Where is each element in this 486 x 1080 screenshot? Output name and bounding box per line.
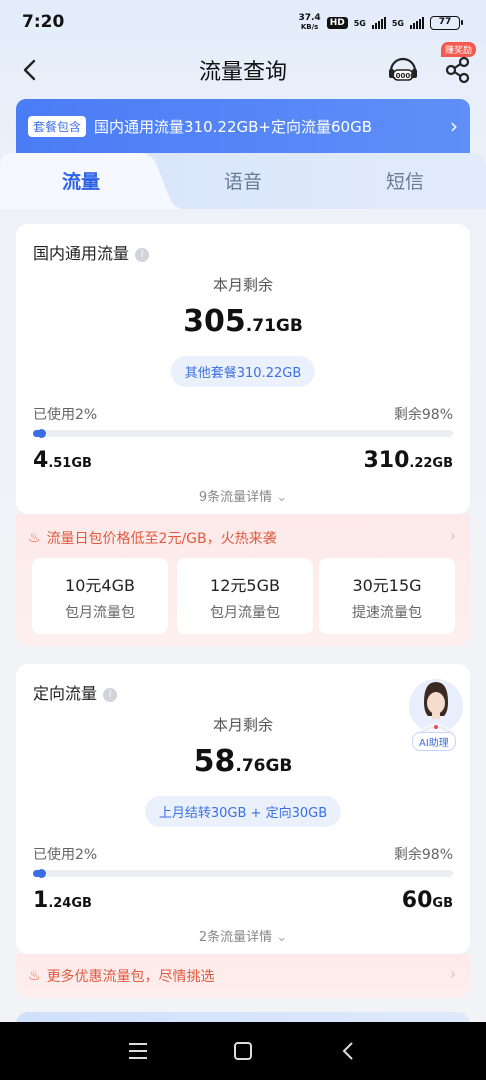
used-amount-dec: .51GB: [48, 456, 92, 471]
card-title: 国内通用流量 i: [33, 240, 150, 264]
used-amount: 4.51GB: [33, 448, 92, 473]
promo-section: ♨ 流量日包价格低至2元/GB，火热来袭 › 10元4GB 包月流量包 12元5…: [16, 514, 470, 646]
plan-tag: 套餐包含: [28, 115, 87, 137]
usage-bar: [33, 869, 453, 878]
pack-name: 30元15G: [352, 576, 422, 595]
used-amount: 1.24GB: [33, 888, 92, 913]
hd-icon: HD: [326, 17, 348, 29]
info-icon[interactable]: i: [103, 687, 118, 702]
network-speed-value: 37.4: [298, 13, 321, 23]
data-pack-card[interactable]: 30元15G 提速流量包: [319, 558, 455, 634]
battery-icon: 77: [430, 16, 463, 30]
card-title: 定向流量 i: [33, 680, 118, 704]
promo2-text: 更多优惠流量包，尽情挑选: [46, 969, 215, 985]
total-amount: 310.22GB: [363, 448, 453, 473]
customer-service-button[interactable]: 10000: [386, 52, 420, 86]
pack-name: 10元4GB: [65, 576, 135, 595]
system-nav-bar: [0, 1022, 486, 1080]
pack-name: 12元5GB: [210, 576, 280, 595]
signal-icon: [371, 17, 386, 29]
home-icon[interactable]: [231, 1040, 255, 1062]
plan-banner[interactable]: 套餐包含 国内通用流量310.22GB+定向流量60GB ›: [16, 99, 470, 153]
package-chip[interactable]: 上月结转30GB + 定向30GB: [144, 796, 342, 827]
directed-card-title: 定向流量: [33, 684, 98, 703]
usage-bar: [33, 429, 453, 438]
tab-data[interactable]: 流量: [62, 167, 100, 194]
usage-bar-dot: [37, 869, 47, 878]
pack-desc: 提速流量包: [352, 605, 422, 621]
tab-sms[interactable]: 短信: [386, 167, 424, 194]
share-button[interactable]: [444, 54, 472, 86]
total-amount: 60GB: [402, 888, 453, 913]
details-link[interactable]: 2条流量详情 ⌄: [16, 926, 470, 945]
promo-text: 流量日包价格低至2元/GB，火热来袭: [46, 531, 277, 547]
promo-section-2[interactable]: ♨ 更多优惠流量包，尽情挑选 ›: [16, 954, 470, 998]
data-pack-card[interactable]: 10元4GB 包月流量包: [32, 558, 168, 634]
details-text: 2条流量详情: [198, 930, 273, 945]
signal-label-2: 5G: [391, 18, 404, 28]
details-text: 9条流量详情: [198, 490, 273, 505]
usage-bar-dot: [37, 429, 47, 438]
chevron-right-icon: ›: [450, 114, 458, 138]
left-label: 剩余98%: [393, 847, 453, 863]
network-speed: 37.4 KB/s: [298, 14, 320, 32]
tab-voice[interactable]: 语音: [224, 167, 262, 194]
general-data-card: 国内通用流量 i 本月剩余 305.71GB 其他套餐310.22GB 已使用2%…: [16, 224, 470, 514]
menu-icon[interactable]: [126, 1040, 150, 1062]
used-label: 已使用2%: [33, 847, 98, 863]
general-card-title: 国内通用流量: [33, 244, 130, 263]
data-pack-card[interactable]: 12元5GB 包月流量包: [177, 558, 313, 634]
headset-icon: 10000: [389, 57, 417, 81]
remain-value: 58.76GB: [16, 744, 470, 779]
left-label: 剩余98%: [393, 407, 453, 423]
chevron-down-icon: ⌄: [276, 490, 288, 505]
plan-text: 国内通用流量310.22GB+定向流量60GB: [94, 117, 372, 136]
total-amount-dec: GB: [432, 896, 453, 911]
remain-value-int: 305: [183, 304, 246, 339]
used-amount-int: 4: [33, 448, 49, 473]
pack-desc: 包月流量包: [210, 605, 280, 621]
network-speed-unit: KB/s: [300, 23, 319, 31]
total-amount-dec: .22GB: [409, 456, 453, 471]
signal-icon-2: [410, 17, 424, 29]
remain-value-int: 58: [193, 744, 236, 779]
chevron-down-icon: ⌄: [276, 930, 288, 945]
back-nav-icon[interactable]: [337, 1040, 361, 1062]
fire-icon: ♨: [28, 530, 41, 546]
used-amount-dec: .24GB: [48, 896, 92, 911]
share-icon: [445, 56, 470, 84]
status-time: 7:20: [22, 12, 65, 32]
used-amount-int: 1: [33, 888, 49, 913]
signal-label-1: 5G: [353, 18, 366, 28]
total-amount-int: 310: [363, 448, 410, 473]
chevron-right-icon: ›: [449, 964, 456, 983]
tab-bar: 流量 语音 短信: [0, 153, 486, 209]
info-icon[interactable]: i: [135, 247, 150, 262]
details-link[interactable]: 9条流量详情 ⌄: [16, 486, 470, 505]
directed-data-card: 定向流量 i AI助理 本月剩余 58.76GB 上月结转30GB + 定向30G…: [16, 664, 470, 954]
remain-label: 本月剩余: [212, 716, 273, 734]
remain-label: 本月剩余: [212, 276, 273, 294]
remain-value: 305.71GB: [16, 304, 470, 339]
remain-value-dec: .71GB: [245, 316, 303, 336]
total-amount-int: 60: [401, 888, 433, 913]
nav-bar: 流量查询 10000 赚奖励: [0, 42, 486, 96]
chevron-right-icon: ›: [449, 526, 456, 545]
remain-value-dec: .76GB: [235, 756, 293, 776]
used-label: 已使用2%: [33, 407, 98, 423]
fire-icon: ♨: [28, 968, 41, 984]
promo-line: ♨ 更多优惠流量包，尽情挑选: [28, 966, 215, 986]
pack-desc: 包月流量包: [65, 605, 135, 621]
package-chip[interactable]: 其他套餐310.22GB: [170, 356, 316, 387]
status-icons: 37.4 KB/s HD 5G 5G 77: [298, 14, 463, 32]
promo-line[interactable]: ♨ 流量日包价格低至2元/GB，火热来袭: [28, 528, 277, 548]
status-bar: 7:20 37.4 KB/s HD 5G 5G 77: [0, 0, 486, 46]
service-number: 10000: [391, 72, 415, 80]
